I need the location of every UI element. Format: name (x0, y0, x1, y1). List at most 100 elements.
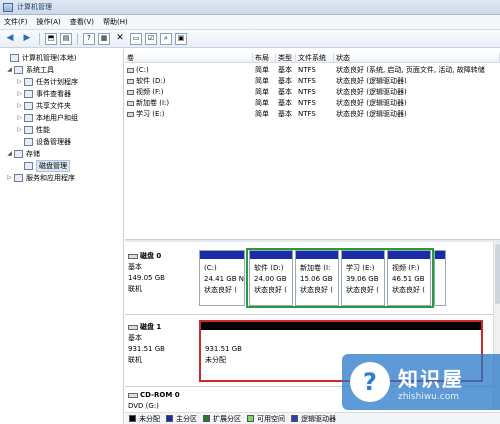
partition-color-bar (250, 251, 292, 259)
disk-icon (128, 253, 138, 259)
open-icon[interactable]: ▭ (130, 32, 142, 45)
menu-file[interactable]: 文件(F) (4, 17, 28, 27)
checklist-icon[interactable]: ☑ (145, 32, 157, 45)
drive-icon (127, 67, 134, 73)
drive-icon (127, 100, 134, 106)
partition-status: 状态良好 ( (300, 286, 333, 294)
up-folder-icon[interactable]: ⬒ (45, 32, 57, 45)
shared-folder-icon (24, 101, 33, 110)
storage-icon (14, 149, 23, 158)
tree-expander[interactable]: ▷ (16, 102, 23, 109)
partition-color-bar (296, 251, 338, 259)
partition-label: 新加卷 (I: (300, 264, 331, 272)
volume-cell: 学习 (E:) (125, 109, 253, 119)
table-row[interactable]: (C:) 简单 基本 NTFS 状态良好 (系统, 启动, 页面文件, 活动, … (125, 65, 500, 75)
disk-size: 931.51 GB (128, 345, 165, 353)
watermark-title: 知识屋 (398, 366, 464, 391)
tree-item-task-scheduler[interactable]: ▷ 任务计划程序 (16, 76, 78, 87)
partition-status: 状态良好 ( (204, 286, 237, 294)
tree-item-local-users-groups[interactable]: ▷ 本地用户和组 (16, 112, 78, 123)
volume-name: 学习 (E:) (136, 110, 165, 118)
menu-help[interactable]: 帮助(H) (103, 17, 128, 27)
status-cell: 状态良好 (逻辑驱动器) (336, 77, 407, 85)
volume-name: 软件 (D:) (136, 77, 166, 85)
partition-size: 24.00 GB (254, 275, 287, 283)
tree-expander[interactable]: ▷ (6, 174, 13, 181)
scrollbar-thumb[interactable] (495, 244, 500, 304)
volume-list: 卷 布局 类型 文件系统 状态 (C:) 简单 基本 NTFS 状态良好 (系统… (125, 49, 500, 239)
menu-action[interactable]: 操作(A) (37, 17, 61, 27)
tree-expander[interactable]: ▷ (16, 90, 23, 97)
tree-item-shared-folders[interactable]: ▷ 共享文件夹 (16, 100, 71, 111)
legend-label: 逻辑驱动器 (301, 414, 336, 423)
tree-item-device-manager[interactable]: 设备管理器 (16, 136, 71, 147)
view-icon[interactable]: ▣ (175, 32, 187, 45)
clock-icon (24, 77, 33, 86)
menu-view[interactable]: 查看(V) (70, 17, 94, 27)
delete-icon[interactable]: ✕ (113, 32, 127, 46)
disk-0-info[interactable]: 磁盘 0 基本 149.05 GB 联机 (128, 251, 196, 295)
tree-item-performance[interactable]: ▷ 性能 (16, 124, 50, 135)
table-row[interactable]: 学习 (E:) 简单 基本 NTFS 状态良好 (逻辑驱动器) (125, 109, 500, 119)
search-icon[interactable]: ⌕ (160, 32, 172, 45)
performance-icon (24, 125, 33, 134)
partition-color-bar (200, 251, 244, 259)
table-row[interactable]: 视频 (F:) 简单 基本 NTFS 状态良好 (逻辑驱动器) (125, 87, 500, 97)
partition-f[interactable]: 视频 (F:) 46.51 GB 状态良好 ( (387, 250, 431, 306)
tree-expander[interactable]: ◢ (6, 150, 13, 157)
partition-label: (C:) (204, 264, 217, 272)
partition-color-bar (201, 322, 481, 330)
show-hide-tree-icon[interactable]: ▤ (60, 32, 72, 45)
properties-icon[interactable]: ▦ (98, 32, 110, 45)
disk-size: 149.05 GB (128, 274, 165, 282)
legend-label: 未分配 (139, 414, 160, 423)
disk-divider (125, 314, 493, 315)
watermark-url: zhishiwu.com (398, 391, 459, 402)
partition-e[interactable]: 学习 (E:) 39.06 GB 状态良好 ( (341, 250, 385, 306)
status-cell: 状态良好 (逻辑驱动器) (336, 110, 407, 118)
column-header-status[interactable]: 状态 (334, 53, 500, 63)
volume-cell: 新加卷 (I:) (125, 98, 253, 108)
device-manager-icon (24, 137, 33, 146)
tree-expander[interactable]: ▷ (16, 126, 23, 133)
title-bar: 计算机管理 (0, 0, 500, 15)
partition-size: 39.06 GB (346, 275, 379, 283)
tree-item-event-viewer[interactable]: ▷ 事件查看器 (16, 88, 71, 99)
disk-1-info[interactable]: 磁盘 1 基本 931.51 GB 联机 (128, 322, 196, 366)
partition-color-bar (388, 251, 430, 259)
tree-item-storage[interactable]: ◢ 存储 (6, 148, 40, 159)
partition-c[interactable]: (C:) 24.41 GB N 状态良好 ( (199, 250, 245, 306)
navigation-tree: 计算机管理(本地) ◢ 系统工具 ▷ 任务计划程序 ▷ 事件查看器 ▷ 共享文件夹 ▷ 本… (0, 49, 124, 424)
help-icon[interactable]: ? (83, 32, 95, 45)
tree-item-computer-management[interactable]: 计算机管理(本地) (2, 52, 76, 63)
tree-expander[interactable]: ◢ (6, 66, 13, 73)
partition-i[interactable]: 新加卷 (I: 15.06 GB 状态良好 ( (295, 250, 339, 306)
tree-item-disk-management[interactable]: 磁盘管理 (16, 159, 70, 172)
legend-label: 可用空间 (257, 414, 285, 423)
cdrom-info[interactable]: CD-ROM 0 DVD (G:) (128, 390, 196, 412)
column-header-type[interactable]: 类型 (276, 53, 296, 63)
tree-item-system-tools[interactable]: ◢ 系统工具 (6, 64, 54, 75)
column-header-layout[interactable]: 布局 (253, 53, 276, 63)
layout-cell: 简单 (255, 88, 269, 96)
layout-cell: 简单 (255, 99, 269, 107)
column-header-filesystem[interactable]: 文件系统 (296, 53, 334, 63)
table-row[interactable]: 软件 (D:) 简单 基本 NTFS 状态良好 (逻辑驱动器) (125, 76, 500, 86)
table-row[interactable]: 新加卷 (I:) 简单 基本 NTFS 状态良好 (逻辑驱动器) (125, 98, 500, 108)
forward-arrow-icon[interactable]: ▶ (20, 32, 34, 46)
layout-cell: 简单 (255, 77, 269, 85)
status-cell: 状态良好 (系统, 启动, 页面文件, 活动, 故障转储 (336, 66, 485, 74)
back-arrow-icon[interactable]: ◀ (3, 32, 17, 46)
computer-icon (10, 53, 19, 62)
tools-icon (14, 65, 23, 74)
partition-d[interactable]: 软件 (D:) 24.00 GB 状态良好 ( (249, 250, 293, 306)
tree-item-services-applications[interactable]: ▷ 服务和应用程序 (6, 172, 75, 183)
column-header-volume[interactable]: 卷 (125, 53, 253, 63)
tree-expander[interactable]: ▷ (16, 114, 23, 121)
layout-cell: 简单 (255, 66, 269, 74)
tree-expander[interactable]: ▷ (16, 78, 23, 85)
legend-swatch-free-space (247, 415, 254, 422)
partition-label: 软件 (D:) (254, 264, 284, 272)
disk-status: 联机 (128, 356, 142, 364)
services-icon (14, 173, 23, 182)
